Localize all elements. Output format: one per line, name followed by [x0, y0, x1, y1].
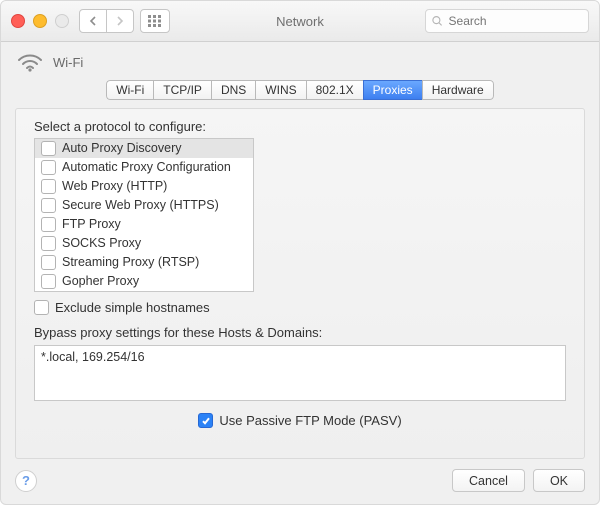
protocol-label: SOCKS Proxy [62, 236, 141, 250]
list-item[interactable]: SOCKS Proxy [35, 234, 253, 253]
grid-icon [148, 15, 162, 27]
protocol-list[interactable]: Auto Proxy Discovery Automatic Proxy Con… [34, 138, 254, 292]
list-item[interactable]: Automatic Proxy Configuration [35, 158, 253, 177]
titlebar: Network [1, 1, 599, 42]
show-all-button[interactable] [140, 9, 170, 33]
exclude-simple-label: Exclude simple hostnames [55, 300, 210, 315]
exclude-simple-hostnames-option[interactable]: Exclude simple hostnames [34, 300, 566, 315]
footer: ? Cancel OK [15, 459, 585, 492]
tab-dns[interactable]: DNS [211, 80, 255, 100]
protocol-checkbox[interactable] [41, 274, 56, 289]
minimize-window-button[interactable] [33, 14, 47, 28]
tab-wifi[interactable]: Wi-Fi [106, 80, 153, 100]
select-protocol-label: Select a protocol to configure: [34, 119, 566, 134]
protocol-checkbox[interactable] [41, 179, 56, 194]
help-button[interactable]: ? [15, 470, 37, 492]
back-button[interactable] [79, 9, 107, 33]
search-field-wrapper[interactable] [425, 9, 589, 33]
search-input[interactable] [447, 13, 582, 29]
chevron-left-icon [89, 16, 97, 26]
tab-tcpip[interactable]: TCP/IP [153, 80, 211, 100]
tab-wins[interactable]: WINS [255, 80, 305, 100]
close-window-button[interactable] [11, 14, 25, 28]
forward-button[interactable] [107, 9, 134, 33]
list-item[interactable]: Secure Web Proxy (HTTPS) [35, 196, 253, 215]
content-area: Wi-Fi Wi-Fi TCP/IP DNS WINS 802.1X Proxi… [1, 42, 599, 504]
interface-name: Wi-Fi [53, 55, 83, 70]
protocol-checkbox[interactable] [41, 255, 56, 270]
interface-header: Wi-Fi [17, 52, 585, 72]
passive-ftp-option[interactable]: Use Passive FTP Mode (PASV) [34, 413, 566, 428]
preferences-window: Network Wi-Fi [0, 0, 600, 505]
protocol-label: Web Proxy (HTTP) [62, 179, 167, 193]
list-item[interactable]: Auto Proxy Discovery [35, 139, 253, 158]
passive-ftp-checkbox[interactable] [198, 413, 213, 428]
proxies-panel: Select a protocol to configure: Auto Pro… [15, 108, 585, 459]
exclude-simple-checkbox[interactable] [34, 300, 49, 315]
chevron-right-icon [116, 16, 124, 26]
wifi-icon [17, 52, 43, 72]
protocol-checkbox[interactable] [41, 198, 56, 213]
protocol-checkbox[interactable] [41, 217, 56, 232]
passive-ftp-label: Use Passive FTP Mode (PASV) [219, 413, 401, 428]
protocol-label: Streaming Proxy (RTSP) [62, 255, 199, 269]
list-item[interactable]: Streaming Proxy (RTSP) [35, 253, 253, 272]
zoom-window-button[interactable] [55, 14, 69, 28]
list-item[interactable]: FTP Proxy [35, 215, 253, 234]
list-item[interactable]: Web Proxy (HTTP) [35, 177, 253, 196]
protocol-checkbox[interactable] [41, 236, 56, 251]
protocol-label: FTP Proxy [62, 217, 121, 231]
protocol-label: Secure Web Proxy (HTTPS) [62, 198, 219, 212]
search-icon [432, 15, 443, 27]
protocol-checkbox[interactable] [41, 160, 56, 175]
protocol-label: Gopher Proxy [62, 274, 139, 288]
nav-buttons [79, 9, 134, 33]
protocol-checkbox[interactable] [41, 141, 56, 156]
protocol-label: Auto Proxy Discovery [62, 141, 181, 155]
window-controls [11, 14, 69, 28]
bypass-label: Bypass proxy settings for these Hosts & … [34, 325, 566, 340]
settings-tabs: Wi-Fi TCP/IP DNS WINS 802.1X Proxies Har… [106, 80, 493, 100]
tab-hardware[interactable]: Hardware [422, 80, 494, 100]
protocol-label: Automatic Proxy Configuration [62, 160, 231, 174]
list-item[interactable]: Gopher Proxy [35, 272, 253, 291]
bypass-textarea[interactable] [34, 345, 566, 401]
tab-proxies[interactable]: Proxies [363, 80, 422, 100]
ok-button[interactable]: OK [533, 469, 585, 492]
tab-8021x[interactable]: 802.1X [306, 80, 363, 100]
cancel-button[interactable]: Cancel [452, 469, 525, 492]
